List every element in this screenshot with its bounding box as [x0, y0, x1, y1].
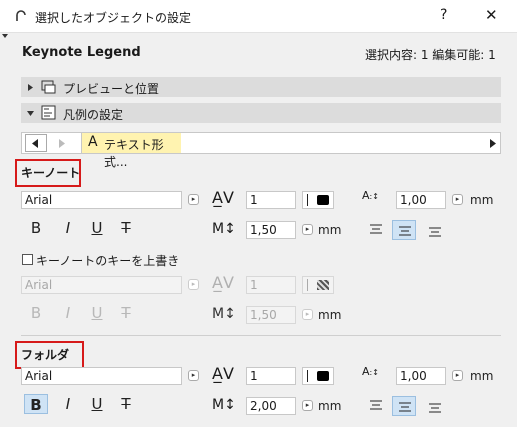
- section-legend-label: 凡例の設定: [63, 108, 124, 122]
- legend-settings-icon: [41, 105, 56, 120]
- folder-width-field[interactable]: 1: [246, 367, 296, 385]
- unit-label: mm: [318, 399, 342, 413]
- spacing-arrow[interactable]: ▸: [452, 194, 463, 205]
- keynote-height-field[interactable]: 1,50: [246, 221, 296, 239]
- underline-button[interactable]: U: [85, 303, 109, 323]
- keynote-font-field[interactable]: Arial: [21, 191, 182, 209]
- align-center-icon: [399, 226, 411, 236]
- text-style-icon: A: [88, 134, 98, 150]
- folder-spacing-field[interactable]: 1,00: [396, 367, 446, 385]
- font-dropdown-arrow[interactable]: ▸: [188, 279, 199, 290]
- collapse-arrow-icon: [27, 111, 34, 116]
- italic-button[interactable]: I: [56, 394, 80, 414]
- char-width-icon: A̲V: [212, 188, 234, 207]
- unit-label: mm: [318, 308, 342, 322]
- align-right-icon[interactable]: [428, 403, 442, 413]
- tab-selector: A テキスト形式...: [21, 132, 501, 169]
- expand-arrow-icon: [28, 84, 33, 91]
- chevron-right-icon[interactable]: [59, 139, 66, 148]
- help-button[interactable]: ?: [440, 7, 447, 23]
- unit-label: mm: [470, 193, 494, 207]
- italic-button[interactable]: I: [56, 218, 80, 238]
- preview-icon: [41, 80, 56, 94]
- chevron-right-icon[interactable]: [490, 139, 497, 148]
- folder-heading: フォルダ: [21, 348, 70, 362]
- close-button[interactable]: ✕: [485, 6, 498, 24]
- override-checkbox-label: キーノートのキーを上書き: [36, 254, 180, 268]
- folder-font-field[interactable]: Arial: [21, 367, 182, 385]
- char-height-icon: M↕: [212, 397, 236, 413]
- folder-pen-color[interactable]: [302, 367, 334, 385]
- strikethrough-button[interactable]: T: [114, 394, 138, 414]
- align-right-icon[interactable]: [428, 227, 442, 237]
- align-center-button[interactable]: [392, 396, 416, 416]
- keynote-heading: キーノート: [21, 166, 81, 180]
- spacing-arrow[interactable]: ▸: [452, 370, 463, 381]
- height-arrow[interactable]: ▸: [302, 309, 313, 320]
- unit-label: mm: [318, 223, 342, 237]
- override-pen-color[interactable]: [302, 276, 334, 294]
- prev-tab-button[interactable]: [25, 134, 47, 152]
- underline-button[interactable]: U: [85, 218, 109, 238]
- tab-text-format-label: テキスト形式...: [104, 138, 164, 169]
- object-name: Keynote Legend: [22, 45, 141, 60]
- override-width-field[interactable]: 1: [246, 276, 296, 294]
- divider: [21, 335, 501, 336]
- underline-button[interactable]: U: [85, 394, 109, 414]
- window-title: 選択したオブジェクトの設定: [35, 11, 192, 25]
- unit-label: mm: [470, 369, 494, 383]
- bold-button[interactable]: B: [24, 394, 48, 414]
- bold-button[interactable]: B: [24, 303, 48, 323]
- section-preview[interactable]: プレビューと位置: [21, 77, 501, 97]
- height-arrow[interactable]: ▸: [302, 224, 313, 235]
- keynote-spacing-field[interactable]: 1,00: [396, 191, 446, 209]
- dialog-window: 選択したオブジェクトの設定 ? ✕ Keynote Legend 選択内容: 1…: [0, 0, 517, 427]
- align-left-icon[interactable]: [369, 224, 383, 234]
- line-spacing-icon: A:↕: [362, 365, 379, 378]
- align-left-icon[interactable]: [369, 400, 383, 410]
- folder-height-field[interactable]: 2,00: [246, 397, 296, 415]
- bold-button[interactable]: B: [24, 218, 48, 238]
- strikethrough-button[interactable]: T: [114, 303, 138, 323]
- section-preview-label: プレビューと位置: [63, 82, 160, 96]
- char-width-icon: A̲V: [212, 273, 234, 292]
- section-legend[interactable]: 凡例の設定: [21, 103, 501, 123]
- font-dropdown-arrow[interactable]: ▸: [188, 370, 199, 381]
- override-font-field[interactable]: Arial: [21, 276, 182, 294]
- font-dropdown-arrow[interactable]: ▸: [188, 194, 199, 205]
- collapse-arrow-icon[interactable]: [2, 33, 8, 39]
- height-arrow[interactable]: ▸: [302, 400, 313, 411]
- char-width-icon: A̲V: [212, 364, 234, 383]
- align-center-button[interactable]: [392, 220, 416, 240]
- app-icon: [16, 10, 26, 21]
- override-checkbox[interactable]: [22, 254, 33, 265]
- line-spacing-icon: A:↕: [362, 189, 379, 202]
- override-height-field[interactable]: 1,50: [246, 306, 296, 324]
- chevron-left-icon: [32, 139, 38, 148]
- char-height-icon: M↕: [212, 306, 236, 322]
- align-center-icon: [399, 402, 411, 412]
- tab-text-format[interactable]: A テキスト形式...: [81, 133, 181, 169]
- strikethrough-button[interactable]: T: [114, 218, 138, 238]
- keynote-width-field[interactable]: 1: [246, 191, 296, 209]
- selection-info: 選択内容: 1 編集可能: 1: [365, 48, 496, 62]
- char-height-icon: M↕: [212, 221, 236, 237]
- keynote-pen-color[interactable]: [302, 191, 334, 209]
- italic-button[interactable]: I: [56, 303, 80, 323]
- title-bar: 選択したオブジェクトの設定 ? ✕: [0, 0, 517, 33]
